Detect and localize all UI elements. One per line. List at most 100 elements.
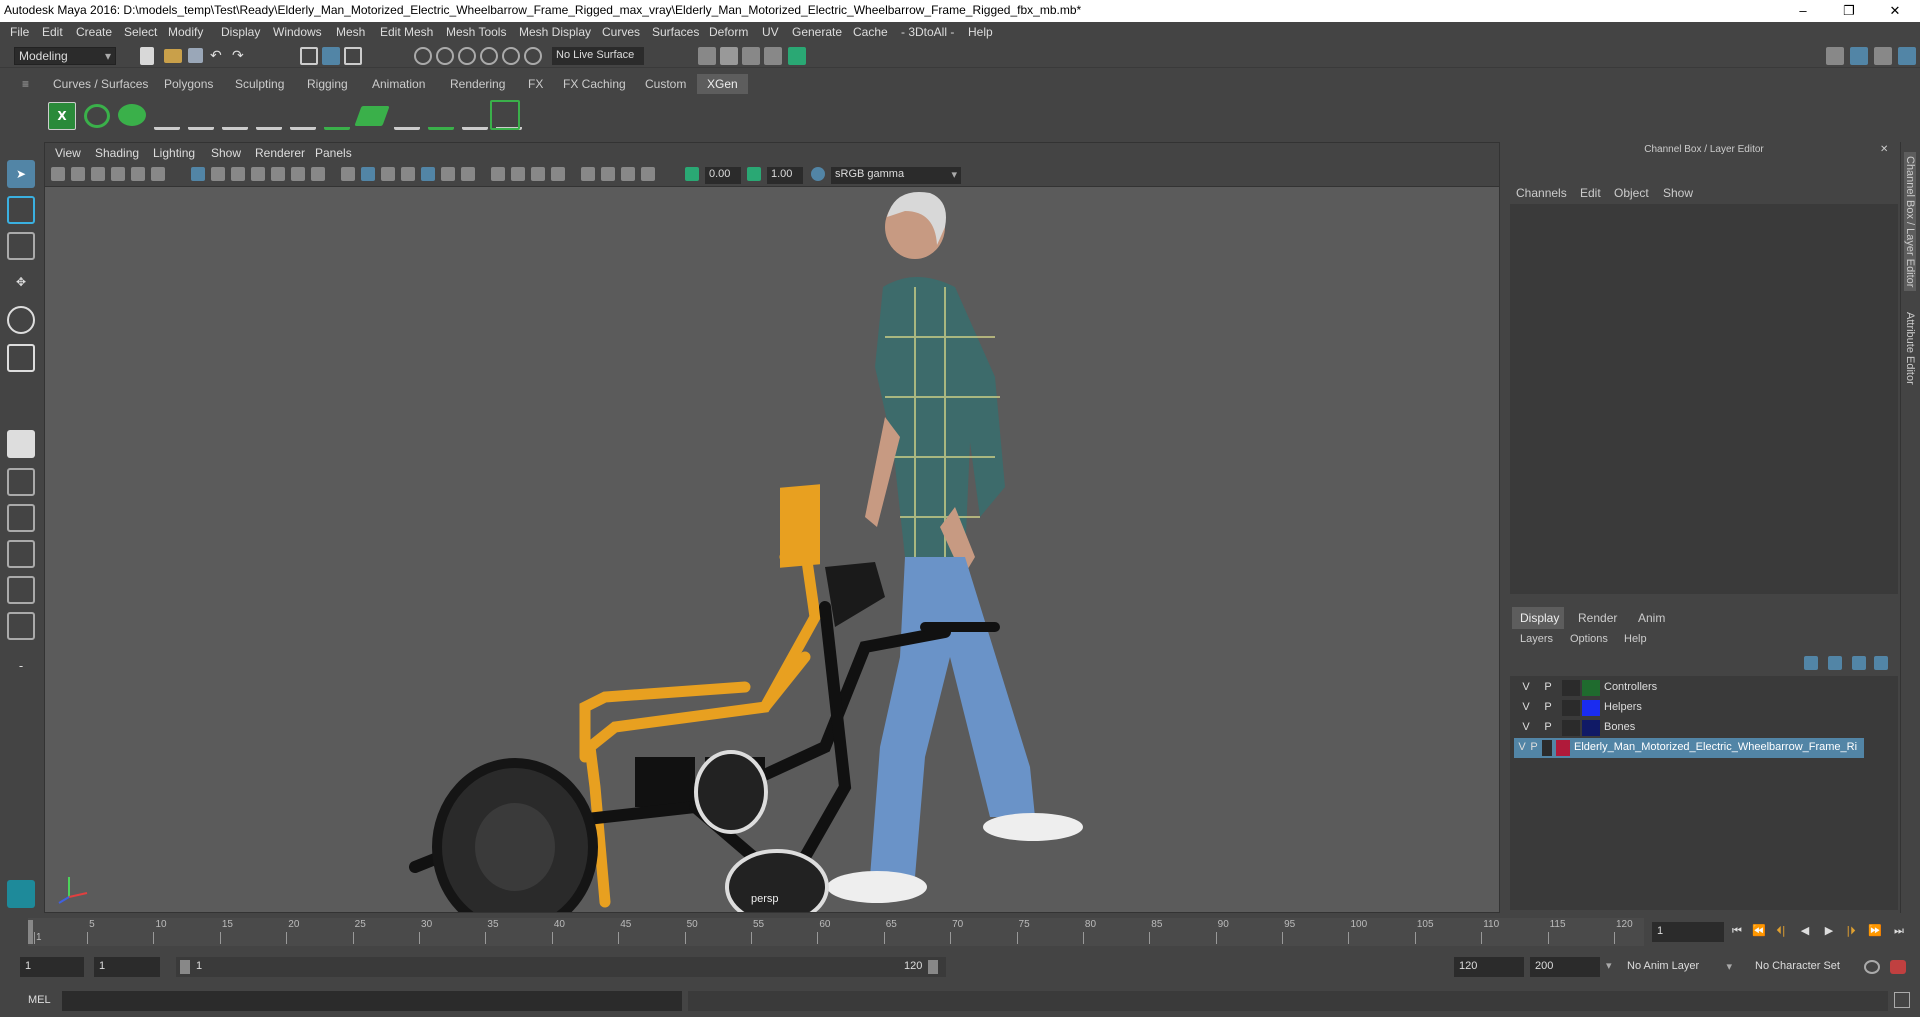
hypershade-icon[interactable]: [788, 47, 806, 65]
step-forward-key-icon[interactable]: ⏩: [1866, 922, 1884, 940]
range-end-handle[interactable]: [928, 960, 938, 974]
command-input[interactable]: [62, 991, 682, 1011]
place-guides-icon[interactable]: [188, 102, 214, 130]
menu-3dtoall[interactable]: - 3DtoAll -: [901, 25, 954, 39]
persp-outliner-icon[interactable]: [7, 504, 35, 532]
animation-end-field[interactable]: 200: [1530, 957, 1600, 977]
redo-icon[interactable]: ↷: [232, 48, 250, 66]
select-by-component-icon[interactable]: [344, 47, 362, 65]
playback-start-field[interactable]: 1: [94, 957, 160, 977]
shelf-tab-custom[interactable]: Custom: [635, 74, 696, 94]
snap-curve-icon[interactable]: [436, 47, 454, 65]
layer-color-swatch[interactable]: [1582, 720, 1600, 736]
menu-curves[interactable]: Curves: [602, 25, 640, 39]
new-empty-layer-icon[interactable]: [1852, 656, 1866, 670]
shelf-tab-xgen[interactable]: XGen: [697, 74, 748, 94]
step-back-frame-icon[interactable]: ⏴|: [1772, 922, 1790, 940]
persp-hypershade-icon[interactable]: [7, 576, 35, 604]
layer-row-controllers[interactable]: V P Controllers: [1514, 678, 1894, 698]
viewport-menu-lighting[interactable]: Lighting: [153, 146, 195, 160]
viewport-menu-view[interactable]: View: [55, 146, 81, 160]
layer-tab-anim[interactable]: Anim: [1630, 607, 1678, 629]
shadows-icon[interactable]: [461, 167, 475, 181]
mel-label[interactable]: MEL: [28, 994, 51, 1006]
more-layouts-icon[interactable]: -: [7, 652, 35, 680]
2d-pan-zoom-icon[interactable]: [131, 167, 145, 181]
gate-mask-icon[interactable]: [251, 167, 265, 181]
play-backwards-icon[interactable]: ◀: [1796, 922, 1814, 940]
viewport-menu-shading[interactable]: Shading: [95, 146, 139, 160]
channel-box-menu-edit[interactable]: Edit: [1580, 186, 1601, 200]
layer-playback-toggle[interactable]: P: [1526, 741, 1542, 753]
snap-projected-icon[interactable]: [480, 47, 498, 65]
move-layer-down-icon[interactable]: [1828, 656, 1842, 670]
convert-guides-icon[interactable]: [256, 102, 282, 130]
xray-joints-icon[interactable]: [641, 167, 655, 181]
character-set-dropdown[interactable]: No Character Set: [1750, 957, 1872, 977]
textured-icon[interactable]: [421, 167, 435, 181]
menu-edit-mesh[interactable]: Edit Mesh: [380, 25, 433, 39]
layer-color-swatch[interactable]: [1582, 680, 1600, 696]
layer-menu-options[interactable]: Options: [1570, 633, 1608, 645]
groom-splines-icon[interactable]: [394, 102, 420, 130]
shelf-tab-sculpting[interactable]: Sculpting: [225, 74, 294, 94]
persp-node-editor-icon[interactable]: [7, 612, 35, 640]
menu-mesh-display[interactable]: Mesh Display: [519, 25, 591, 39]
shelf-menu-icon[interactable]: ≡: [18, 74, 33, 94]
multisample-aa-icon[interactable]: [531, 167, 545, 181]
layer-row-elderly-man[interactable]: V P Elderly_Man_Motorized_Electric_Wheel…: [1514, 738, 1864, 758]
tool-settings-toggle-icon[interactable]: [1874, 47, 1892, 65]
minimize-button[interactable]: –: [1780, 0, 1826, 22]
layer-playback-toggle[interactable]: P: [1540, 721, 1556, 733]
playback-end-field[interactable]: 120: [1454, 957, 1524, 977]
animation-preferences-icon[interactable]: [1890, 960, 1906, 974]
layer-visibility-toggle[interactable]: V: [1518, 701, 1534, 713]
four-view-icon[interactable]: [7, 468, 35, 496]
layer-playback-toggle[interactable]: P: [1540, 681, 1556, 693]
anim-layer-dropdown[interactable]: No Anim Layer ▾: [1622, 957, 1734, 977]
menu-help[interactable]: Help: [968, 25, 993, 39]
wireframe-on-shaded-icon[interactable]: [401, 167, 415, 181]
field-chart-icon[interactable]: [271, 167, 285, 181]
shelf-tab-animation[interactable]: Animation: [362, 74, 435, 94]
default-material-icon[interactable]: [381, 167, 395, 181]
go-to-start-icon[interactable]: ⏮: [1728, 922, 1746, 940]
bookmark-icon[interactable]: [91, 167, 105, 181]
restore-button[interactable]: ❐: [1826, 0, 1872, 22]
view-transform-dropdown[interactable]: sRGB gamma ▾: [831, 167, 961, 184]
xray-icon[interactable]: [601, 167, 615, 181]
menu-generate[interactable]: Generate: [792, 25, 842, 39]
single-perspective-view-icon[interactable]: [7, 430, 35, 458]
menu-mesh[interactable]: Mesh: [336, 25, 365, 39]
lock-length-icon[interactable]: [290, 102, 316, 130]
viewport-menu-show[interactable]: Show: [211, 146, 241, 160]
close-panel-icon[interactable]: ✕: [1880, 144, 1894, 156]
layer-display-type[interactable]: [1562, 700, 1580, 716]
ipr-render-icon[interactable]: [742, 47, 760, 65]
current-frame-field[interactable]: 1: [1652, 922, 1724, 942]
resolution-gate-icon[interactable]: [231, 167, 245, 181]
menu-file[interactable]: File: [10, 25, 29, 39]
script-editor-icon[interactable]: [1894, 992, 1910, 1008]
side-tab-attribute-editor[interactable]: Attribute Editor: [1904, 312, 1916, 385]
select-by-hierarchy-icon[interactable]: [300, 47, 318, 65]
viewport-persp[interactable]: View Shading Lighting Show Renderer Pane…: [44, 142, 1500, 913]
new-layer-from-selection-icon[interactable]: [1874, 656, 1888, 670]
layer-tab-display[interactable]: Display: [1512, 607, 1564, 629]
xray-active-icon[interactable]: [621, 167, 635, 181]
layer-row-bones[interactable]: V P Bones: [1514, 718, 1894, 738]
interactive-grooming-icon[interactable]: [354, 106, 390, 126]
menu-set-dropdown[interactable]: Modeling ▾: [14, 47, 116, 65]
snap-point-icon[interactable]: [458, 47, 476, 65]
layer-display-type[interactable]: [1542, 740, 1552, 756]
lasso-tool-icon[interactable]: [7, 196, 35, 224]
step-forward-frame-icon[interactable]: |⏵: [1842, 922, 1860, 940]
menu-display[interactable]: Display: [221, 25, 260, 39]
layer-playback-toggle[interactable]: P: [1540, 701, 1556, 713]
use-all-lights-icon[interactable]: [441, 167, 455, 181]
layer-tab-render[interactable]: Render: [1570, 607, 1624, 629]
sculpt-guides-icon[interactable]: [222, 102, 248, 130]
layer-color-swatch[interactable]: [1582, 700, 1600, 716]
snap-view-plane-icon[interactable]: [502, 47, 520, 65]
channel-box-menu-object[interactable]: Object: [1614, 186, 1649, 200]
